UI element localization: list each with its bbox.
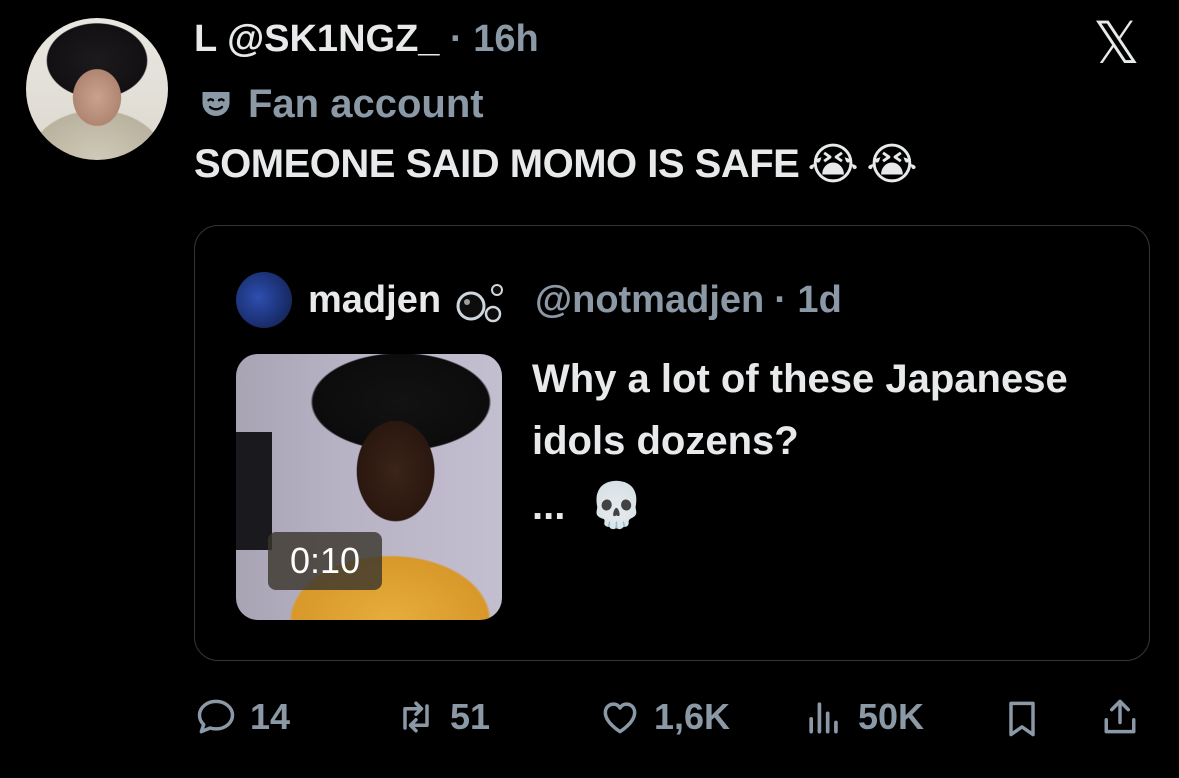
views-icon bbox=[809, 702, 838, 734]
quoted-ellipsis: ... bbox=[532, 483, 566, 528]
share-icon bbox=[1104, 699, 1136, 734]
bookmark-icon bbox=[1009, 701, 1035, 737]
tweet-body: SOMEONE SAID MOMO IS SAFE bbox=[194, 142, 800, 186]
author-avatar[interactable] bbox=[26, 18, 168, 160]
quoted-tweet-more: ... 💀 bbox=[532, 476, 644, 536]
like-button[interactable]: 1,6K bbox=[598, 692, 730, 742]
fan-account-label: Fan account bbox=[198, 82, 484, 126]
view-count: 50K bbox=[858, 696, 925, 737]
heart-icon bbox=[603, 702, 637, 734]
quoted-author-handle[interactable]: @notmadjen bbox=[535, 279, 764, 322]
quoted-tweet-text: Why a lot of these Japanese idols dozens… bbox=[532, 357, 1068, 463]
tweet-time[interactable]: · 16h bbox=[450, 18, 539, 60]
author-line: L @SK1NGZ_ · 16h bbox=[194, 18, 539, 68]
crying-emoji: 😭 bbox=[807, 138, 859, 190]
bubbles-emoji-icon bbox=[456, 284, 504, 323]
like-count: 1,6K bbox=[654, 696, 731, 737]
thumbnail-background-screen bbox=[236, 432, 272, 550]
theater-mask-icon bbox=[202, 92, 230, 116]
repost-count: 51 bbox=[450, 696, 491, 737]
quoted-author-avatar[interactable] bbox=[236, 272, 292, 328]
fan-account-text: Fan account bbox=[248, 81, 484, 126]
tweet-text: SOMEONE SAID MOMO IS SAFE 😭 😭 bbox=[194, 138, 918, 190]
bookmark-button[interactable] bbox=[1000, 694, 1044, 744]
share-button[interactable] bbox=[1098, 692, 1142, 742]
quoted-author-line: madjen @notmadjen · 1d bbox=[308, 276, 842, 324]
reply-button[interactable]: 14 bbox=[194, 692, 290, 742]
reply-count: 14 bbox=[250, 696, 291, 737]
skull-emoji: 💀 bbox=[589, 480, 645, 531]
quoted-author-name[interactable]: madjen bbox=[308, 279, 441, 322]
crying-emoji: 😭 bbox=[866, 138, 918, 190]
repost-icon bbox=[403, 701, 429, 733]
x-logo: 𝕏 bbox=[1093, 9, 1140, 77]
comment-icon bbox=[197, 699, 235, 734]
author-name[interactable]: L bbox=[194, 18, 217, 60]
quoted-time[interactable]: · 1d bbox=[774, 279, 842, 322]
repost-button[interactable]: 51 bbox=[394, 692, 490, 742]
author-handle[interactable]: @SK1NGZ_ bbox=[227, 18, 439, 60]
views-button[interactable]: 50K bbox=[802, 692, 924, 742]
video-duration-badge: 0:10 bbox=[268, 532, 382, 590]
